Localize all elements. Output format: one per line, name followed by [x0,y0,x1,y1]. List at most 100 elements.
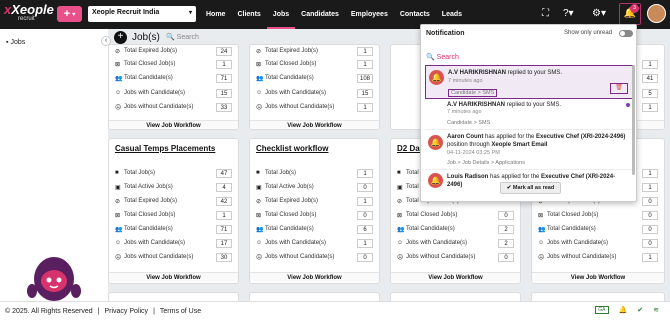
stat-value[interactable]: 1 [216,210,232,220]
stat-value[interactable]: 4 [216,182,232,192]
notification-panel: Notification Show only unread 🔍 Search 🔔… [420,24,637,202]
delete-icon[interactable]: 🗑 [610,83,628,94]
stat-value[interactable]: 1 [216,59,232,69]
stat-value[interactable]: 6 [357,224,373,234]
terms-of-use-link[interactable]: Terms of Use [160,308,201,315]
footer: © 2025. All Rights Reserved | Privacy Po… [0,301,670,321]
stat-value[interactable]: 1 [642,59,658,69]
expired-icon: ⊘ [397,198,403,205]
stat-value[interactable]: 1 [357,238,373,248]
notification-source: Xeople Smart Email [491,142,548,148]
people-icon: 👥 [256,75,264,82]
stat-value[interactable]: 1 [357,196,373,206]
view-job-workflow-link[interactable]: View Job Workflow [250,120,379,129]
stat-value[interactable]: 15 [216,88,232,98]
notification-item[interactable]: 🔔 Aaron Count has applied for the Execut… [425,129,634,169]
stat-value[interactable]: 5 [642,88,658,98]
stat-value[interactable]: 1 [357,59,373,69]
stat-value[interactable]: 0 [642,210,658,220]
nav-clients[interactable]: Clients [231,0,266,29]
add-job-button[interactable]: + [114,31,127,44]
stat-value[interactable]: 33 [216,102,232,112]
notification-job: Executive Chef (XRI-2024-2496) [536,134,626,140]
view-job-workflow-link[interactable]: View Job Workflow [532,272,664,282]
stat-label: Total Expired Job(s) [265,198,319,204]
notification-item[interactable]: 🔔 A.V HARIKRISHNAN replied to your SMS. … [425,65,634,99]
help-icon[interactable]: ?▾ [563,8,574,20]
scrollbar[interactable] [632,65,635,175]
view-job-workflow-link[interactable]: View Job Workflow [250,272,379,282]
stat-value[interactable]: 42 [216,196,232,206]
stat-label: Jobs without Candidate(s) [406,254,476,260]
mark-all-label: Mark all as read [512,185,555,191]
stat-value[interactable]: 0 [357,210,373,220]
notification-item[interactable]: 🔔 Louis Radison has applied for the Exec… [425,169,634,188]
notification-time: 7 minutes ago [447,109,482,115]
active-icon: ▣ [256,184,262,191]
stat-value[interactable]: 0 [642,224,658,234]
stat-value[interactable]: 1 [642,252,658,262]
mark-all-as-read-button[interactable]: ✔ Mark all as read [500,182,561,194]
stat-value[interactable]: 71 [216,73,232,83]
stat-value[interactable]: 1 [357,46,373,56]
xeople-logo[interactable]: xXeople recruit [4,3,54,27]
stat-value[interactable]: 0 [498,252,514,262]
stat-value[interactable]: 1 [642,168,658,178]
stat-value[interactable]: 17 [216,238,232,248]
sidebar: ▪ Jobs [0,29,108,314]
stat-label: Total Candidate(s) [406,226,455,232]
search-input[interactable]: 🔍 Search [166,33,316,41]
stat-value[interactable]: 1 [642,182,658,192]
nav-candidates[interactable]: Candidates [295,0,345,29]
job-card-title[interactable]: Casual Temps Placements [109,139,238,156]
notification-item[interactable]: A.V HARIKRISHNAN replied to your SMS. 7 … [425,99,634,127]
stat-value[interactable]: 1 [642,102,658,112]
nav-home[interactable]: Home [200,0,231,29]
stat-value[interactable]: 30 [216,252,232,262]
job-card-title[interactable]: Checklist workflow [250,139,379,156]
fullscreen-icon[interactable]: ⛶ [542,8,549,20]
notification-breadcrumb[interactable]: Candidate > SMS [448,89,498,97]
stat-value[interactable]: 71 [216,224,232,234]
stat-value[interactable]: 0 [357,252,373,262]
stat-value[interactable]: 47 [216,168,232,178]
logo-subtext: recruit [18,16,35,22]
view-job-workflow-link[interactable]: View Job Workflow [109,272,238,282]
notification-count-badge: 3 [630,4,639,13]
stat-value[interactable]: 0 [498,210,514,220]
stat-value[interactable]: 1 [357,102,373,112]
organization-select[interactable]: Xeople Recruit India ▾ [88,6,196,22]
briefcase-icon: ■ [115,170,119,176]
stat-value[interactable]: 108 [357,73,373,83]
stat-value[interactable]: 2 [498,238,514,248]
gear-icon[interactable]: ⚙▾ [592,8,606,20]
stat-value[interactable]: 41 [642,73,658,83]
notification-breadcrumb[interactable]: Candidate > SMS [447,120,490,126]
bell-icon: 🔔 [428,135,443,150]
stat-value[interactable]: 15 [357,88,373,98]
stat-value[interactable]: 24 [216,46,232,56]
smile-icon: ☺ [115,240,122,246]
people-icon: 👥 [397,226,405,233]
notification-breadcrumb[interactable]: Job > Job Details > Applications [447,160,525,166]
notification-text: has applied for the [483,134,537,140]
stat-value[interactable]: 0 [357,182,373,192]
nav-employees[interactable]: Employees [345,0,394,29]
bell-icon[interactable]: 🔔 [619,306,628,314]
stat-label: Jobs with Candidate(s) [124,90,186,96]
show-only-unread-toggle[interactable] [619,30,633,37]
stat-value[interactable]: 1 [357,168,373,178]
user-avatar[interactable] [647,4,666,23]
view-job-workflow-link[interactable]: View Job Workflow [391,272,520,282]
quick-add-button[interactable]: + ▾ [57,6,82,22]
nav-jobs[interactable]: Jobs [266,0,296,29]
notification-search-input[interactable]: 🔍 Search [426,53,459,61]
bell-icon: 🔔 [429,70,444,85]
stat-value[interactable]: 0 [642,238,658,248]
stat-value[interactable]: 0 [642,196,658,206]
privacy-policy-link[interactable]: Privacy Policy [104,308,148,315]
stat-value[interactable]: 2 [498,224,514,234]
view-job-workflow-link[interactable]: View Job Workflow [109,120,238,129]
sidebar-item-jobs[interactable]: ▪ Jobs [6,39,25,46]
search-icon: 🔍 [426,54,435,61]
